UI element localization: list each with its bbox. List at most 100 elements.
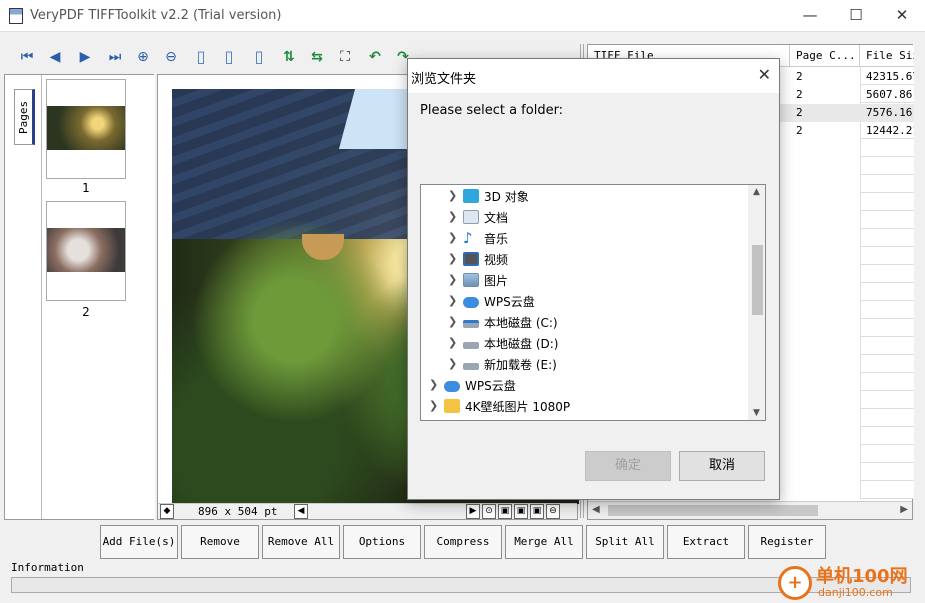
zoom-in-icon[interactable]: ⊕: [132, 46, 154, 68]
tree-item-wallpaper-folder[interactable]: ❯ 4K壁纸图片 1080P: [421, 396, 746, 417]
cloud-icon: [444, 381, 460, 392]
file-size-cell: 42315.67: [866, 70, 914, 83]
thumbnail-page-1[interactable]: [46, 79, 126, 179]
scroll-lr-icon[interactable]: ◆: [160, 504, 174, 519]
flip-horizontal-icon[interactable]: ⇆: [306, 46, 328, 68]
tree-item-label: 视频: [484, 253, 509, 267]
thumbnail-number: 1: [82, 181, 90, 195]
compress-button[interactable]: Compress: [424, 525, 502, 559]
prev-page-icon[interactable]: ◀: [44, 46, 66, 68]
close-button[interactable]: ✕: [879, 0, 925, 32]
maximize-button[interactable]: ☐: [833, 0, 879, 32]
thumbnail-image: [47, 106, 125, 150]
tree-item-label: 文档: [484, 211, 509, 225]
tree-item-pictures[interactable]: ❯ 图片: [421, 270, 746, 291]
flip-vertical-icon[interactable]: ⇅: [278, 46, 300, 68]
scroll-thumb[interactable]: [608, 505, 818, 516]
tree-item-drive-d[interactable]: ❯ 本地磁盘 (D:): [421, 333, 746, 354]
merge-all-button[interactable]: Merge All: [505, 525, 583, 559]
tree-item-label: 图片: [484, 274, 509, 288]
tree-item-music[interactable]: ❯ ♪ 音乐: [421, 228, 746, 249]
cancel-button[interactable]: 取消: [679, 451, 765, 481]
extract-button[interactable]: Extract: [667, 525, 745, 559]
remove-all-button[interactable]: Remove All: [262, 525, 340, 559]
preview-scrollbar[interactable]: ◆ 896 x 504 pt ◀ ▶ ⊙ ▣ ▣ ▣ ⊖: [158, 503, 577, 519]
tree-item-drive-c[interactable]: ❯ 本地磁盘 (C:): [421, 312, 746, 333]
dialog-close-icon[interactable]: ✕: [758, 65, 771, 84]
page-count-cell: 2: [796, 70, 803, 83]
tree-item-label: 新加载卷 (E:): [484, 358, 557, 372]
fit-page-icon[interactable]: ▯: [248, 46, 270, 68]
logo-icon: +: [778, 566, 812, 600]
next-page-icon[interactable]: ▶: [74, 46, 96, 68]
ok-button[interactable]: 确定: [585, 451, 671, 481]
dialog-prompt: Please select a folder:: [420, 103, 564, 118]
tree-item-label: 本地磁盘 (D:): [484, 337, 559, 351]
page-width-icon[interactable]: ▯: [218, 46, 240, 68]
column-file-size[interactable]: File Siz: [860, 45, 914, 67]
register-button[interactable]: Register: [748, 525, 826, 559]
pages-tab[interactable]: Pages: [14, 89, 35, 145]
tree-item-drive-e[interactable]: ❯ 新加载卷 (E:): [421, 354, 746, 375]
music-icon: ♪: [463, 229, 473, 247]
page-count-cell: 2: [796, 106, 803, 119]
split-all-button[interactable]: Split All: [586, 525, 664, 559]
tree-item-video[interactable]: ❯ 视频: [421, 249, 746, 270]
pages-tab-label: Pages: [17, 100, 30, 134]
chevron-right-icon[interactable]: ❯: [448, 294, 457, 307]
scroll-right-icon[interactable]: ▶: [466, 504, 480, 519]
zoom-actual-icon[interactable]: ⊙: [482, 504, 496, 519]
zoom-page-icon[interactable]: ▣: [530, 504, 544, 519]
zoom-width-icon[interactable]: ▣: [514, 504, 528, 519]
chevron-right-icon[interactable]: ❯: [429, 399, 438, 412]
watermark-text: 单机100网: [816, 566, 908, 587]
page-dimensions: 896 x 504 pt: [198, 505, 278, 518]
column-page-count[interactable]: Page C...: [790, 45, 860, 67]
zoom-fit-icon[interactable]: ▣: [498, 504, 512, 519]
last-page-icon[interactable]: ⏭: [104, 46, 126, 68]
scroll-thumb[interactable]: [752, 245, 763, 315]
thumbnail-strip: 1 2: [41, 75, 155, 519]
chevron-right-icon[interactable]: ❯: [448, 273, 457, 286]
tree-item-label: WPS云盘: [484, 295, 535, 309]
scroll-left-icon[interactable]: ◀: [592, 504, 600, 515]
drive-icon: [463, 363, 479, 370]
3d-objects-icon: [463, 189, 479, 203]
dialog-title-bar: 浏览文件夹 ✕: [408, 59, 779, 93]
tree-item-label: 4K壁纸图片 1080P: [465, 400, 571, 414]
tree-item-wps-cloud[interactable]: ❯ WPS云盘: [421, 291, 746, 312]
thumbnail-page-2[interactable]: [46, 201, 126, 301]
tree-item-3d-objects[interactable]: ❯ 3D 对象: [421, 186, 746, 207]
add-files-button[interactable]: Add File(s): [100, 525, 178, 559]
chevron-right-icon[interactable]: ❯: [448, 336, 457, 349]
chevron-right-icon[interactable]: ❯: [429, 378, 438, 391]
minimize-button[interactable]: —: [787, 0, 833, 32]
fit-window-icon[interactable]: ⛶: [334, 46, 356, 68]
tree-scrollbar[interactable]: ▲ ▼: [748, 185, 765, 420]
thumbnail-number: 2: [82, 305, 90, 319]
rotate-left-icon[interactable]: ↶: [364, 46, 386, 68]
file-list-scrollbar[interactable]: ◀ ▶: [588, 501, 912, 519]
tree-item-documents[interactable]: ❯ 文档: [421, 207, 746, 228]
browse-folder-dialog: 浏览文件夹 ✕ Please select a folder: ❯ 3D 对象 …: [407, 58, 780, 500]
first-page-icon[interactable]: ⏮: [16, 46, 38, 68]
chevron-right-icon[interactable]: ❯: [448, 315, 457, 328]
chevron-right-icon[interactable]: ❯: [448, 231, 457, 244]
scroll-down-icon[interactable]: ▼: [753, 408, 760, 418]
options-button[interactable]: Options: [343, 525, 421, 559]
chevron-right-icon[interactable]: ❯: [448, 189, 457, 202]
page-icon[interactable]: ▯: [190, 46, 212, 68]
zoom-out-small-icon[interactable]: ⊖: [546, 504, 560, 519]
drive-c-icon: [463, 320, 479, 328]
scroll-left-icon[interactable]: ◀: [294, 504, 308, 519]
remove-button[interactable]: Remove: [181, 525, 259, 559]
tree-item-label: WPS云盘: [465, 379, 516, 393]
thumbnail-image: [47, 228, 125, 272]
zoom-out-icon[interactable]: ⊖: [160, 46, 182, 68]
scroll-up-icon[interactable]: ▲: [753, 187, 760, 197]
scroll-right-icon[interactable]: ▶: [900, 504, 908, 515]
chevron-right-icon[interactable]: ❯: [448, 357, 457, 370]
chevron-right-icon[interactable]: ❯: [448, 252, 457, 265]
tree-item-wps-cloud-root[interactable]: ❯ WPS云盘: [421, 375, 746, 396]
chevron-right-icon[interactable]: ❯: [448, 210, 457, 223]
